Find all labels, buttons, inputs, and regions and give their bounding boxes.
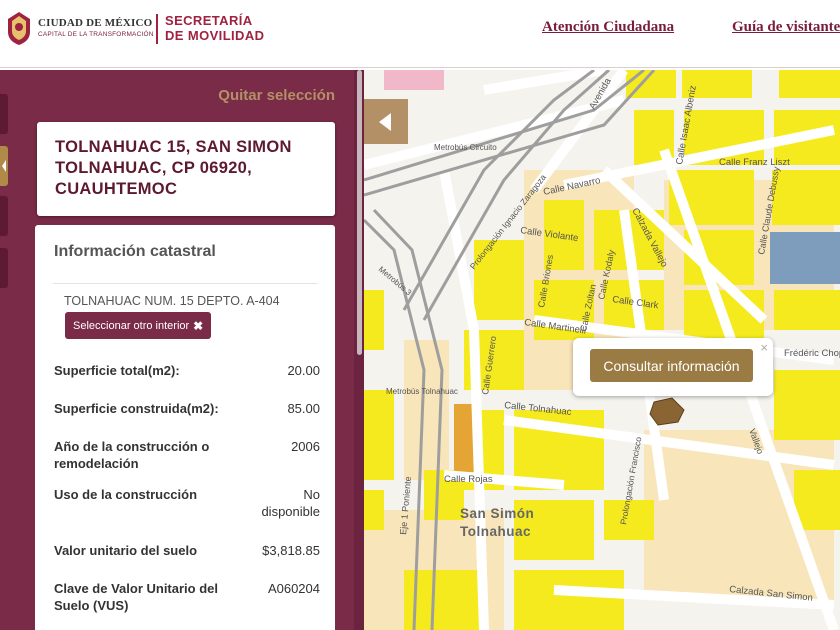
map-popup: × Consultar información	[573, 338, 773, 396]
row-label: Año de la construcción o remodelación	[54, 439, 210, 471]
close-icon[interactable]: ×	[760, 340, 768, 355]
chevron-left-icon	[2, 160, 6, 172]
row-value: 85.00	[287, 401, 320, 416]
map-view[interactable]: Avenida Calle Isaac Albeniz Calle Franz …	[364, 70, 840, 630]
collapse-panel-button[interactable]	[364, 99, 408, 144]
side-rail	[0, 70, 18, 630]
svg-text:Metrobús Circuito: Metrobús Circuito	[434, 143, 497, 152]
close-x-icon: ✖	[193, 318, 204, 333]
nav-atencion-ciudadana[interactable]: Atención Ciudadana	[542, 19, 674, 36]
secretaria-line1: SECRETARÍA	[165, 13, 253, 28]
info-panel: Quitar selección TOLNAHUAC 15, SAN SIMON…	[18, 70, 364, 630]
divider	[53, 283, 317, 284]
site-header: CIUDAD DE MÉXICO CAPITAL DE LA TRANSFORM…	[0, 0, 840, 68]
address-card: TOLNAHUAC 15, SAN SIMON TOLNAHUAC, CP 06…	[37, 122, 335, 216]
row-value: $3,818.85	[262, 543, 320, 558]
row-value: No disponible	[261, 487, 320, 519]
address-text: TOLNAHUAC 15, SAN SIMON TOLNAHUAC, CP 06…	[55, 138, 292, 198]
select-other-interior-button[interactable]: Seleccionar otro interior ✖	[65, 312, 212, 339]
rail-tab-4[interactable]	[0, 248, 8, 288]
row-label: Uso de la construcción	[54, 487, 198, 502]
svg-text:Calle Franz Liszt: Calle Franz Liszt	[719, 157, 790, 168]
svg-text:Metrobús Tolnahuac: Metrobús Tolnahuac	[386, 387, 458, 396]
row-label: Clave de Valor Unitario del Suelo (VUS)	[54, 581, 218, 613]
row-value: 2006	[291, 439, 320, 454]
city-name: CIUDAD DE MÉXICO	[38, 17, 153, 29]
row-value: A060204	[267, 581, 320, 596]
secretaria-line2: DE MOVILIDAD	[165, 28, 265, 43]
select-interior-label: Seleccionar otro interior	[73, 319, 190, 332]
city-tagline: CAPITAL DE LA TRANSFORMACIÓN	[38, 31, 154, 38]
info-title: Información catastral	[54, 243, 216, 260]
rail-tab-active[interactable]	[0, 146, 8, 186]
rail-tab-1[interactable]	[0, 94, 8, 134]
map-orange-block	[454, 404, 474, 472]
selected-parcel[interactable]	[649, 397, 685, 426]
map-pink-block	[384, 70, 444, 90]
secretaria-logo: SECRETARÍA DE MOVILIDAD	[165, 13, 264, 43]
clear-selection-link[interactable]: Quitar selección	[218, 87, 335, 104]
logo-divider	[156, 14, 158, 44]
row-value: 20.00	[287, 363, 320, 378]
consultar-informacion-button[interactable]: Consultar información	[590, 349, 753, 382]
cadastral-info-card: Información catastral TOLNAHUAC NUM. 15 …	[35, 225, 335, 630]
panel-scrollbar-thumb[interactable]	[357, 70, 362, 355]
rail-tab-3[interactable]	[0, 196, 8, 236]
row-label: Superficie total(m2):	[54, 363, 180, 378]
cdmx-emblem-icon	[8, 12, 30, 45]
svg-text:Tolnahuac: Tolnahuac	[460, 524, 531, 539]
row-label: Superficie construida(m2):	[54, 401, 219, 416]
interior-label: TOLNAHUAC NUM. 15 DEPTO. A-404	[64, 294, 280, 308]
map-blue-block	[770, 232, 840, 284]
svg-text:Calle Rojas: Calle Rojas	[444, 474, 493, 485]
chevron-left-icon	[379, 112, 391, 131]
svg-text:San Simón: San Simón	[460, 506, 534, 521]
row-label: Valor unitario del suelo	[54, 543, 198, 558]
nav-guia-visitante[interactable]: Guía de visitante	[732, 19, 840, 36]
svg-text:Frédéric Chopin: Frédéric Chopin	[784, 348, 840, 359]
